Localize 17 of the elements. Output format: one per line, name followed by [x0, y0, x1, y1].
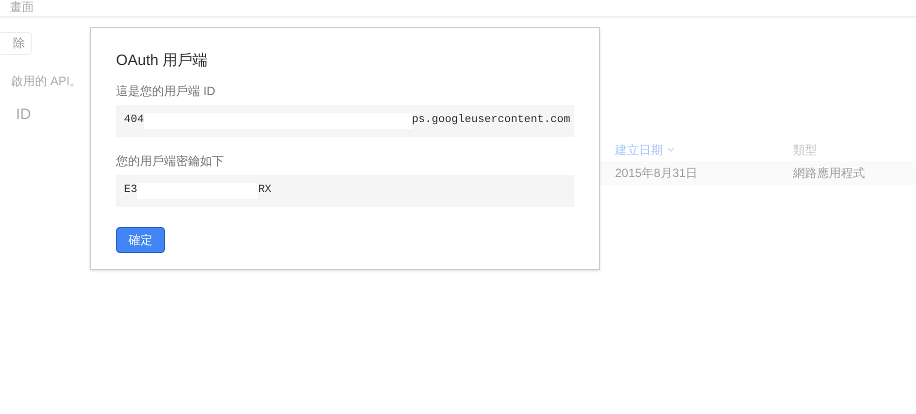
sort-caret-icon	[667, 147, 675, 152]
ok-button[interactable]: 確定	[116, 226, 165, 252]
field-value-end: RX	[258, 183, 272, 198]
field-value-start: E3	[124, 183, 138, 198]
dialog-title: OAuth 用戶端	[116, 52, 208, 69]
field-label: 您的用戶端密鑰如下	[116, 154, 224, 168]
field-value-start: 404	[124, 113, 144, 128]
table-cell: 網路應用程式	[793, 166, 865, 180]
page-title: 畫面	[10, 0, 35, 14]
section-title: ID	[16, 106, 31, 123]
read-only-field[interactable]: 404 ps.googleusercontent.com	[116, 104, 574, 136]
field-value-end: ps.googleusercontent.com	[412, 113, 570, 128]
delete-button[interactable]: 除	[0, 32, 32, 54]
table-cell: 2015年8月31日	[615, 166, 698, 180]
field-label: 這是您的用戶端 ID	[116, 84, 216, 98]
description-text: 啟用的 API。	[11, 74, 82, 88]
read-only-field[interactable]: E3 RX	[116, 174, 574, 206]
